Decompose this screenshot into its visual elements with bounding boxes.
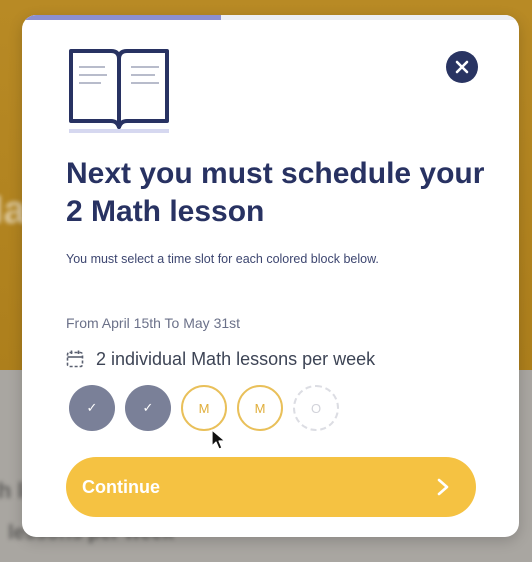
slot-math-1[interactable]: M [181, 385, 227, 431]
slot-completed-2[interactable]: ✓ [125, 385, 171, 431]
slot-label: M [254, 400, 266, 416]
lesson-slots: ✓ ✓ M M O [69, 385, 339, 431]
progress-fill [22, 15, 221, 20]
modal-subtitle: You must select a time slot for each col… [66, 252, 379, 266]
slot-math-2[interactable]: M [237, 385, 283, 431]
modal-title: Next you must schedule your 2 Math lesso… [66, 157, 485, 228]
lessons-info-text: 2 individual Math lessons per week [96, 348, 376, 369]
check-icon: ✓ [142, 400, 154, 415]
slot-completed-1[interactable]: ✓ [69, 385, 115, 431]
date-range: From April 15th To May 31st [66, 315, 241, 331]
slot-label: M [198, 400, 210, 416]
close-button[interactable] [446, 51, 478, 83]
close-icon [455, 60, 469, 74]
continue-button[interactable]: Continue [66, 457, 476, 517]
schedule-modal: Next you must schedule your 2 Math lesso… [22, 15, 519, 537]
continue-label: Continue [82, 476, 160, 497]
slot-label: O [310, 400, 322, 416]
chevron-right-icon [437, 478, 449, 496]
check-icon: ✓ [86, 400, 98, 415]
calendar-icon [66, 350, 84, 368]
progress-track [22, 15, 519, 20]
book-icon [69, 49, 169, 133]
slot-empty[interactable]: O [293, 385, 339, 431]
mouse-cursor-icon [211, 429, 226, 450]
lessons-info-row: 2 individual Math lessons per week [66, 347, 375, 371]
